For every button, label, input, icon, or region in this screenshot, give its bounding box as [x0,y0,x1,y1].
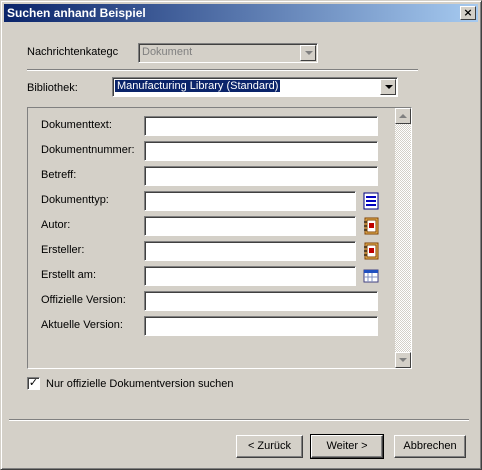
field-label-dokumenttyp: Dokumenttyp: [41,194,109,206]
field-label-dokumenttext: Dokumenttext: [41,119,112,131]
divider [9,419,469,421]
scroll-up-icon[interactable] [395,108,411,124]
field-label-offizielle-version: Offizielle Version: [41,294,126,306]
dokumenttext-input[interactable] [144,116,378,136]
offizielle-version-input[interactable] [144,291,378,311]
list-picker-icon[interactable] [361,191,381,211]
autor-input[interactable] [144,216,356,236]
library-select[interactable]: Manufacturing Library (Standard) [112,77,398,97]
chevron-down-icon [300,45,316,61]
field-label-erstellt-am: Erstellt am: [41,269,97,281]
close-icon: × [463,6,473,19]
category-select: Dokument [138,43,318,63]
field-label-betreff: Betreff: [41,169,77,181]
address-book-icon[interactable] [361,216,381,236]
dokumentnummer-input[interactable] [144,141,378,161]
checkmark-icon: ✓ [28,376,39,389]
library-label: Bibliothek: [27,82,78,94]
library-value: Manufacturing Library (Standard) [115,80,281,92]
category-label: Nachrichtenkategc [27,46,119,58]
erstellt-am-input[interactable] [144,266,356,286]
title-bar[interactable]: Suchen anhand Beispiel × [4,4,478,22]
window-title: Suchen anhand Beispiel [7,6,146,20]
next-button[interactable]: Weiter > [310,434,384,459]
ersteller-input[interactable] [144,241,356,261]
dialog-window: Suchen anhand Beispiel × Nachrichtenkate… [0,0,482,470]
close-button[interactable]: × [460,6,476,20]
divider [27,69,418,71]
calendar-icon[interactable] [361,266,381,286]
official-version-checkbox-label[interactable]: Nur offizielle Dokumentversion suchen [46,378,234,390]
cancel-button[interactable]: Abbrechen [394,435,466,458]
back-button[interactable]: < Zurück [236,435,303,458]
field-label-dokumentnummer: Dokumentnummer: [41,144,135,156]
official-version-checkbox[interactable]: ✓ [27,377,40,390]
dokumenttyp-input[interactable] [144,191,356,211]
field-label-aktuelle-version: Aktuelle Version: [41,319,123,331]
betreff-input[interactable] [144,166,378,186]
chevron-down-icon[interactable] [380,79,396,95]
aktuelle-version-input[interactable] [144,316,378,336]
address-book-icon[interactable] [361,241,381,261]
category-value: Dokument [142,46,193,58]
scroll-down-icon[interactable] [395,352,411,368]
vertical-scrollbar[interactable] [395,108,411,368]
field-label-autor: Autor: [41,219,71,231]
field-label-ersteller: Ersteller: [41,244,85,256]
